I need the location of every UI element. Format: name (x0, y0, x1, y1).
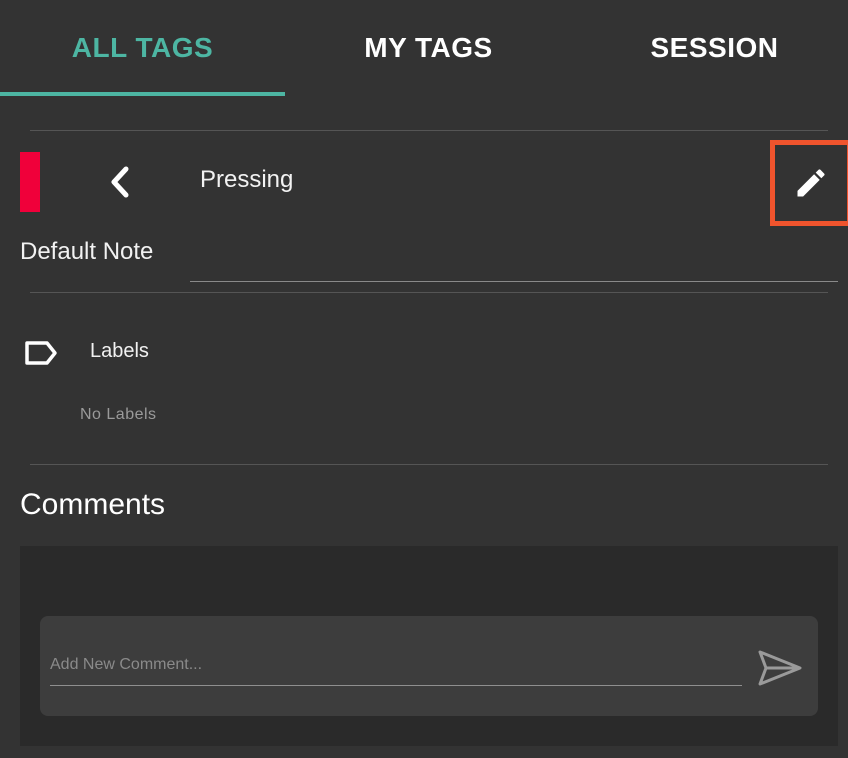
divider (30, 292, 828, 293)
tag-detail-page: ALL TAGS MY TAGS SESSION Pressing Defaul… (0, 0, 848, 758)
no-labels-text: No Labels (80, 406, 157, 423)
tag-outline-icon (25, 341, 57, 365)
divider (30, 130, 828, 131)
add-comment-input[interactable] (50, 644, 742, 686)
back-button[interactable] (100, 160, 140, 204)
chevron-left-icon (111, 166, 129, 198)
tag-color-chip (20, 152, 40, 212)
tab-bar: ALL TAGS MY TAGS SESSION (0, 0, 848, 96)
edit-tag-button[interactable] (770, 140, 848, 226)
pencil-icon (797, 169, 825, 197)
send-icon (758, 650, 802, 686)
active-tab-indicator (0, 92, 285, 96)
comments-title: Comments (20, 488, 166, 521)
tag-name: Pressing (200, 166, 294, 193)
tab-all-tags[interactable]: ALL TAGS (0, 0, 285, 96)
tab-session[interactable]: SESSION (572, 0, 848, 96)
tab-my-tags[interactable]: MY TAGS (286, 0, 571, 96)
divider (30, 464, 828, 465)
labels-title: Labels (90, 340, 149, 362)
note-label: Default Note (20, 238, 154, 265)
send-comment-button[interactable] (752, 644, 808, 692)
default-note-input[interactable] (190, 238, 838, 282)
